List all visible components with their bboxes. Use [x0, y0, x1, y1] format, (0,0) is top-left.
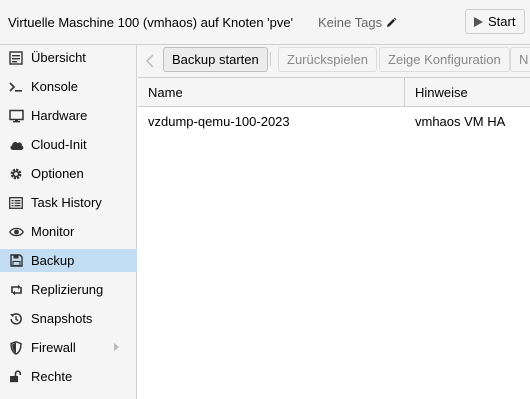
tags-editor[interactable]: Keine Tags — [318, 15, 397, 30]
vm-title: Virtuelle Maschine 100 (vmhaos) auf Knot… — [8, 15, 294, 30]
cloud-icon — [8, 137, 24, 153]
unlock-icon — [8, 369, 24, 385]
history-icon — [8, 311, 24, 327]
backup-name-cell: vzdump-qemu-100-2023 — [148, 114, 290, 129]
terminal-icon — [8, 79, 24, 95]
tags-label: Keine Tags — [318, 15, 383, 30]
sidebar-item-console[interactable]: Konsole — [0, 75, 137, 98]
backup-grid: vzdump-qemu-100-2023 vmhaos VM HA — [138, 107, 530, 399]
toolbar-scroll-left-icon[interactable] — [144, 53, 156, 69]
sidebar-item-firewall[interactable]: Firewall — [0, 336, 137, 359]
sidebar-item-label: Monitor — [31, 224, 75, 239]
sidebar-item-label: Übersicht — [31, 50, 86, 65]
gear-icon — [8, 166, 24, 182]
sidebar-item-label: Konsole — [31, 79, 78, 94]
sidebar-item-cloud-init[interactable]: Cloud-Init — [0, 133, 137, 156]
sidebar: Übersicht Konsole Hardware Cloud-Init Op… — [0, 45, 137, 399]
sidebar-item-task-history[interactable]: Task History — [0, 191, 137, 214]
show-config-button[interactable]: Zeige Konfiguration — [379, 47, 510, 72]
sidebar-item-label: Task History — [31, 195, 102, 210]
sidebar-item-label: Cloud-Init — [31, 137, 87, 152]
pencil-icon[interactable] — [385, 17, 397, 29]
start-button[interactable]: Start — [465, 9, 525, 34]
backup-now-button[interactable]: Backup starten — [163, 47, 268, 72]
sidebar-item-backup[interactable]: Backup — [0, 249, 137, 272]
list-icon — [8, 195, 24, 211]
backup-grid-header: Name Hinweise — [138, 78, 530, 107]
floppy-icon — [8, 253, 24, 269]
sidebar-item-label: Snapshots — [31, 311, 93, 326]
play-icon — [474, 16, 483, 27]
sidebar-item-label: Optionen — [31, 166, 84, 181]
toolbar-separator — [270, 52, 271, 66]
sidebar-item-hardware[interactable]: Hardware — [0, 104, 137, 127]
next-toolbar-button[interactable]: N — [510, 47, 530, 72]
sidebar-item-snapshots[interactable]: Snapshots — [0, 307, 137, 330]
sidebar-item-summary[interactable]: Übersicht — [0, 46, 137, 69]
eye-icon — [8, 224, 24, 240]
sidebar-item-permissions[interactable]: Rechte — [0, 365, 137, 388]
monitor-icon — [8, 108, 24, 124]
shield-icon — [8, 340, 24, 356]
sidebar-item-replication[interactable]: Replizierung — [0, 278, 137, 301]
column-header-notes[interactable]: Hinweise — [405, 78, 530, 107]
sidebar-item-label: Firewall — [31, 340, 76, 355]
restore-button[interactable]: Zurückspielen — [278, 47, 377, 72]
sidebar-item-label: Replizierung — [31, 282, 104, 297]
sidebar-item-label: Rechte — [31, 369, 73, 384]
submenu-arrow-icon[interactable] — [114, 343, 119, 351]
backup-notes-cell: vmhaos VM HA — [415, 114, 506, 129]
column-header-name[interactable]: Name — [138, 78, 405, 107]
sidebar-item-label: Hardware — [31, 108, 88, 123]
sidebar-item-monitor[interactable]: Monitor — [0, 220, 137, 243]
retweet-icon — [8, 282, 24, 298]
start-button-label: Start — [488, 14, 516, 29]
backup-toolbar: Backup starten Zurückspielen Zeige Konfi… — [138, 45, 530, 78]
page-header: Virtuelle Maschine 100 (vmhaos) auf Knot… — [0, 0, 530, 45]
summary-icon — [8, 50, 24, 66]
sidebar-item-options[interactable]: Optionen — [0, 162, 137, 185]
sidebar-item-label: Backup — [31, 253, 75, 268]
table-row[interactable]: vzdump-qemu-100-2023 vmhaos VM HA — [138, 107, 530, 136]
